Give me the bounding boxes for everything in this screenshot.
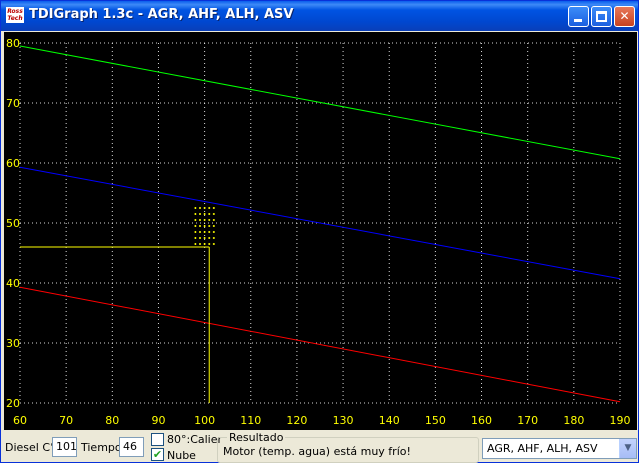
- cloud-point-6-1: [199, 207, 201, 209]
- cloud-point-3-3: [208, 225, 211, 227]
- y-tick-label-2: 40: [6, 277, 20, 290]
- cloud-point-0-4: [212, 243, 215, 245]
- logo-text-bottom: Tech: [7, 15, 23, 22]
- cloud-point-1-0: [194, 237, 197, 239]
- engine-select-value: AGR, AHF, ALH, ASV: [487, 442, 598, 455]
- x-tick-label-10: 160: [471, 414, 492, 427]
- cloud-point-5-4: [212, 213, 215, 215]
- cloud-point-3-2: [203, 225, 206, 227]
- cloud-point-5-0: [194, 213, 197, 215]
- x-tick-label-8: 140: [379, 414, 400, 427]
- nube-checkbox[interactable]: ✔: [151, 448, 164, 461]
- x-tick-label-0: 60: [13, 414, 27, 427]
- engine-select[interactable]: AGR, AHF, ALH, ASV ▼: [482, 438, 637, 459]
- cloud-point-5-3: [208, 213, 211, 215]
- diesel-temp-field[interactable]: 101: [52, 437, 77, 457]
- cloud-point-2-0: [194, 231, 197, 233]
- x-tick-label-11: 170: [517, 414, 538, 427]
- x-tick-label-2: 80: [105, 414, 119, 427]
- series-line-0: [19, 45, 621, 160]
- y-tick-label-4: 60: [6, 157, 20, 170]
- nube-check-icon: ✔: [152, 448, 163, 461]
- graph-svg: 20 30 40 50 60 70 80 60 70 80 90 100 110 120 130 140 150…: [6, 37, 631, 427]
- cloud-point-0-0: [194, 243, 197, 245]
- y-tick-label-0: 20: [6, 397, 20, 410]
- cloud-point-4-4: [212, 219, 215, 221]
- cloud-point-4-3: [208, 219, 211, 221]
- x-tick-label-12: 180: [563, 414, 584, 427]
- cloud-point-2-4: [212, 231, 215, 233]
- main-window: Ross Tech TDIGraph 1.3c - AGR, AHF, ALH,…: [0, 0, 639, 463]
- nube-label: Nube: [167, 449, 196, 462]
- cloud-point-1-1: [199, 237, 201, 239]
- cloud-point-2-3: [208, 231, 211, 233]
- tiempo-label: Tiempo: [81, 441, 122, 454]
- cloud-point-1-2: [203, 237, 206, 239]
- minimize-icon: [574, 19, 582, 22]
- cloud-point-3-4: [212, 225, 215, 227]
- graph-area[interactable]: 20 30 40 50 60 70 80 60 70 80 90 100 110 120 130 140 150…: [4, 32, 637, 430]
- cloud-point-3-1: [199, 225, 201, 227]
- cloud-point-3-0: [194, 225, 197, 227]
- cloud-point-2-1: [199, 231, 201, 233]
- maximize-icon: [596, 11, 607, 22]
- title-bar[interactable]: Ross Tech TDIGraph 1.3c - AGR, AHF, ALH,…: [1, 1, 638, 31]
- cloud-point-5-1: [199, 213, 201, 215]
- y-tick-label-5: 70: [6, 97, 20, 110]
- cloud-point-1-4: [212, 237, 215, 239]
- cloud-point-6-3: [208, 207, 211, 209]
- cloud-point-5-2: [203, 213, 206, 215]
- cloud-point-6-4: [212, 207, 215, 209]
- chevron-down-icon[interactable]: ▼: [619, 439, 636, 458]
- x-tick-label-3: 90: [151, 414, 165, 427]
- series-line-2: [19, 286, 621, 403]
- cloud-point-6-0: [194, 207, 197, 209]
- cloud-point-0-1: [199, 243, 201, 245]
- x-tick-label-9: 150: [425, 414, 446, 427]
- window-title: TDIGraph 1.3c - AGR, AHF, ALH, ASV: [29, 7, 294, 22]
- x-tick-label-1: 70: [59, 414, 73, 427]
- x-tick-label-6: 120: [286, 414, 307, 427]
- logo-text-top: Ross: [7, 8, 23, 15]
- cloud-point-0-2: [203, 243, 206, 245]
- tiempo-field[interactable]: 46: [119, 437, 144, 457]
- y-tick-label-1: 30: [6, 337, 20, 350]
- calier-label: 80°:Calier: [167, 433, 223, 446]
- cloud-point-4-1: [199, 219, 201, 221]
- y-tick-label-6: 80: [6, 37, 20, 50]
- x-tick-label-5: 110: [240, 414, 261, 427]
- y-tick-label-3: 50: [6, 217, 20, 230]
- cloud-point-4-2: [203, 219, 206, 221]
- cloud-point-1-3: [208, 237, 211, 239]
- x-tick-label-4: 100: [194, 414, 215, 427]
- resultado-title: Resultado: [227, 431, 286, 444]
- close-button[interactable]: ✕: [614, 6, 635, 27]
- cloud-point-0-3: [208, 243, 211, 245]
- diesel-label: Diesel C°: [5, 441, 56, 454]
- cloud-point-2-2: [203, 231, 206, 233]
- x-tick-label-13: 190: [610, 414, 631, 427]
- cloud-point-4-0: [194, 219, 197, 221]
- x-tick-label-7: 130: [333, 414, 354, 427]
- minimize-button[interactable]: [568, 6, 589, 27]
- resultado-text: Motor (temp. agua) está muy frío!: [223, 445, 411, 458]
- cloud-point-6-2: [203, 207, 206, 209]
- app-logo-icon: Ross Tech: [6, 7, 24, 23]
- close-icon: ✕: [619, 9, 630, 23]
- series-line-1: [19, 166, 621, 280]
- calier-checkbox[interactable]: [151, 433, 164, 446]
- maximize-button[interactable]: [591, 6, 612, 27]
